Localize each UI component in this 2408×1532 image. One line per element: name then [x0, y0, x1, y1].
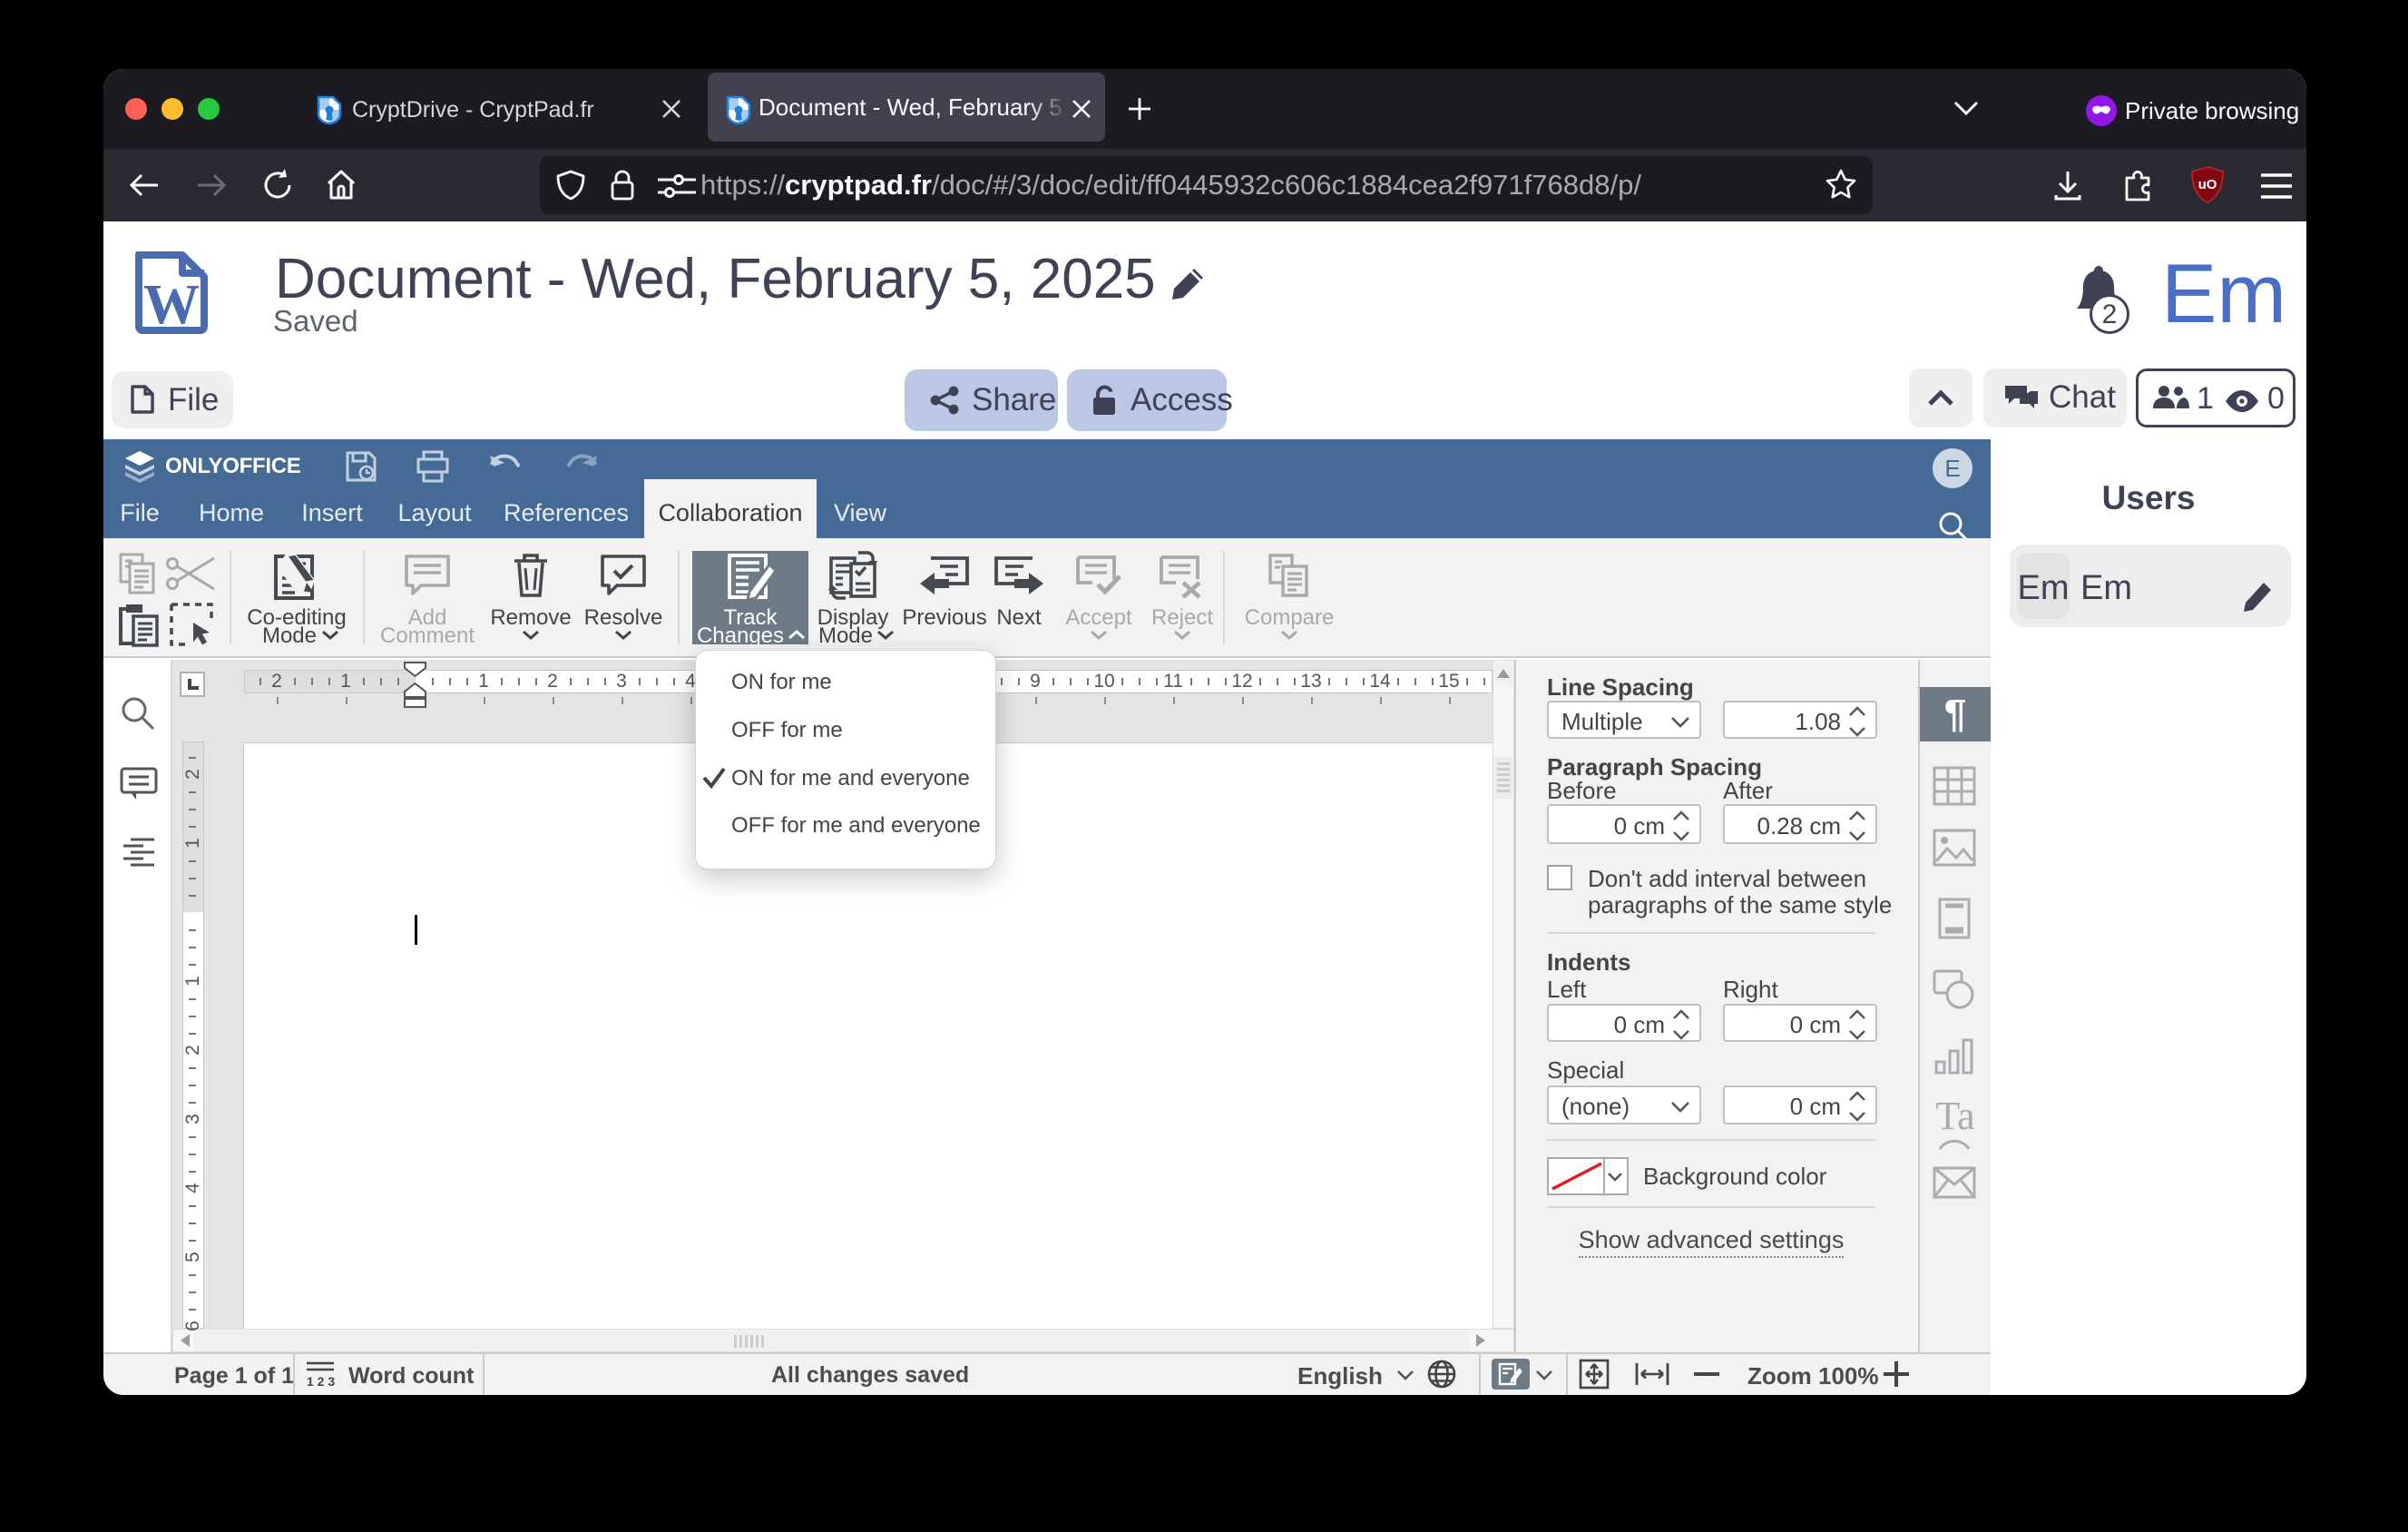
svg-text:W: W	[143, 274, 200, 334]
svg-text:uO: uO	[2198, 177, 2217, 192]
svg-text:1 2 3: 1 2 3	[307, 1374, 335, 1388]
